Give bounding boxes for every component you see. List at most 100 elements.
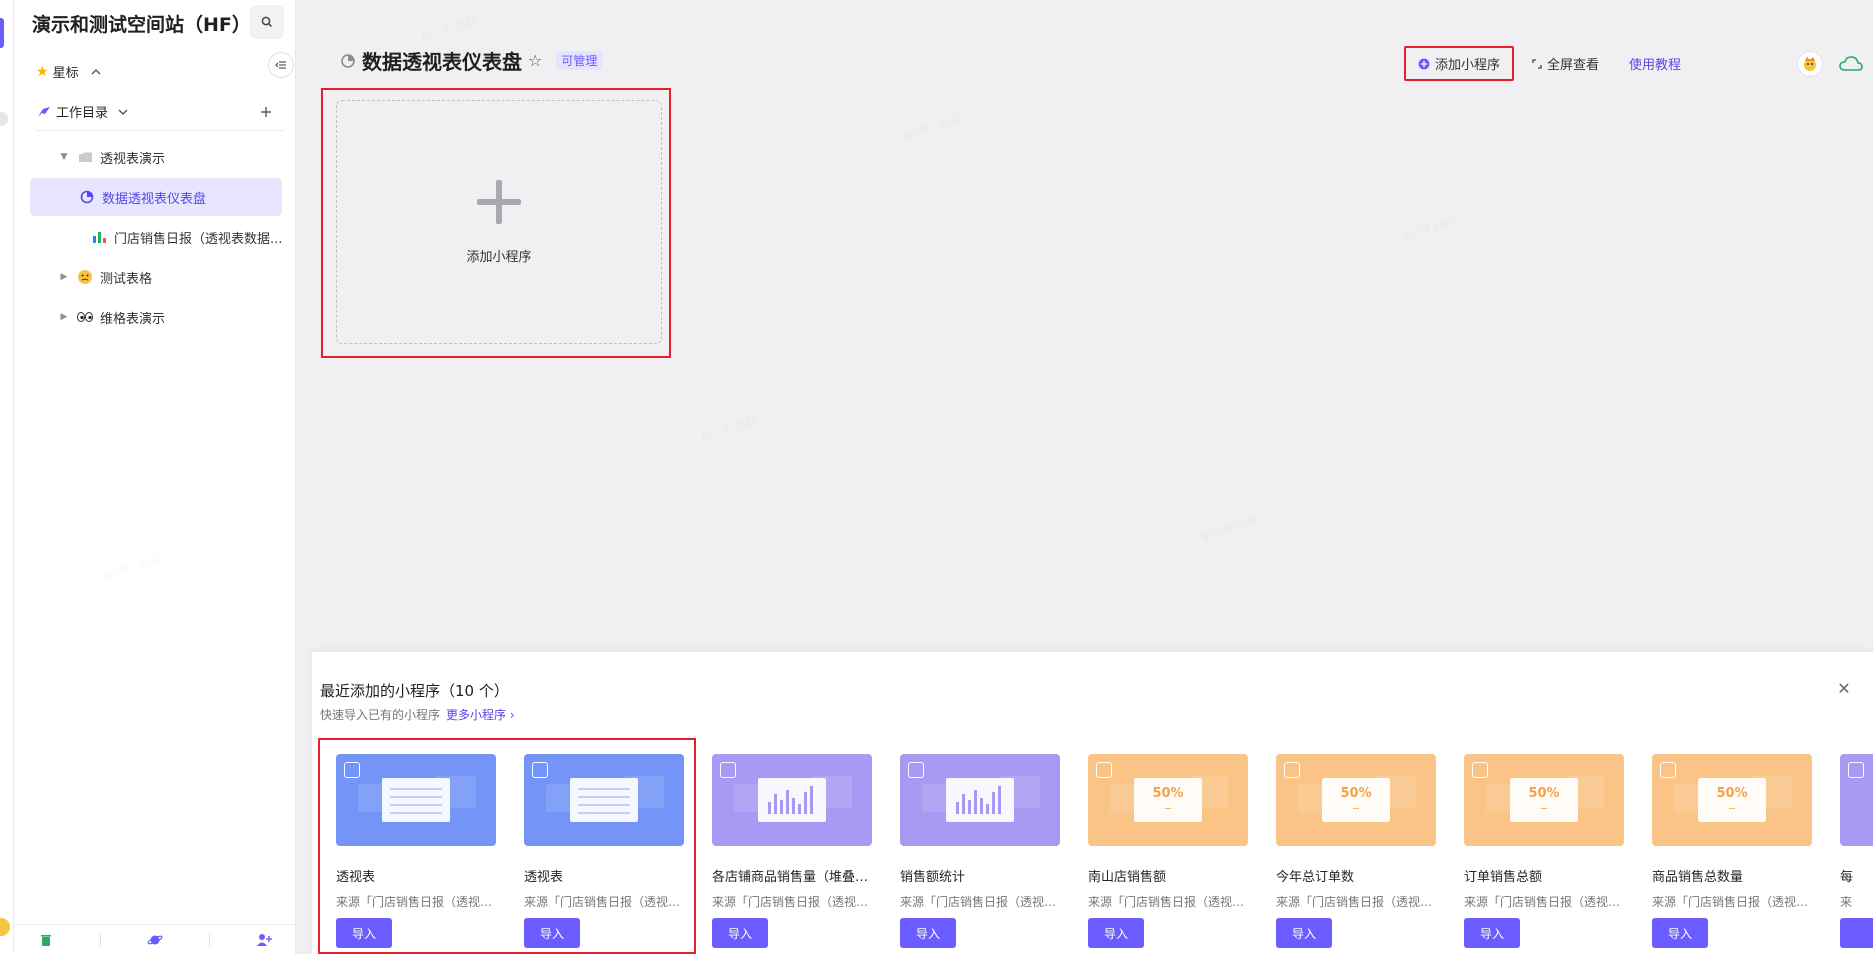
import-button[interactable]: 导入 <box>900 918 956 948</box>
add-node-button[interactable] <box>254 100 278 124</box>
tree-folder-pivot-demo[interactable]: ▼ 透视表演示 <box>30 138 282 176</box>
widget-name: 各店铺商品销售量（堆叠柱状图） <box>712 870 872 885</box>
widget-card[interactable]: 每 来 <box>1840 754 1873 948</box>
widget-source: 来源「门店销售日报（透视表数据）」 <box>1652 895 1812 909</box>
app-edge-strip <box>0 0 14 954</box>
widget-thumbnail-chart <box>712 754 872 846</box>
tree-folder-test-sheet[interactable]: ▶ 测试表格 <box>30 258 282 296</box>
app-logo <box>0 18 4 48</box>
import-button[interactable]: 导入 <box>1464 918 1520 948</box>
widget-thumbnail-chart <box>900 754 1060 846</box>
plus-icon <box>261 107 271 117</box>
widget-card[interactable]: 50%━━ 今年总订单数 来源「门店销售日报（透视表数据）」 导入 <box>1276 754 1436 948</box>
cloud-sync-icon[interactable] <box>1837 53 1865 75</box>
user-avatar[interactable] <box>1797 50 1824 77</box>
page-title[interactable]: 数据透视表仪表盘 <box>362 46 522 75</box>
chart-widget-icon <box>908 762 924 778</box>
catalog-section[interactable]: 工作目录 <box>36 102 130 121</box>
collapse-sidebar-button[interactable] <box>268 52 294 78</box>
caret-right-icon[interactable]: ▶ <box>58 272 70 282</box>
close-drawer-button[interactable]: ✕ <box>1834 678 1854 698</box>
stat-percent: 50% <box>1340 786 1372 801</box>
widget-name: 商品销售总数量 <box>1652 870 1744 885</box>
search-icon <box>261 16 273 28</box>
search-button[interactable] <box>250 5 284 39</box>
add-widget-card[interactable]: 添加小程序 <box>336 100 662 344</box>
chevron-down-icon <box>118 109 128 115</box>
tree-item-pivot-dashboard[interactable]: 数据透视表仪表盘 <box>30 178 282 216</box>
drawer-title: 最近添加的小程序（10 个） <box>320 682 509 700</box>
stat-percent: 50% <box>1716 786 1748 801</box>
widget-name: 每 <box>1840 870 1854 885</box>
folder-icon <box>76 148 94 166</box>
tree-folder-vika-demo[interactable]: ▶ 维格表演示 <box>30 298 282 336</box>
fullscreen-icon <box>1532 58 1542 69</box>
widget-card[interactable]: 50%━━ 订单销售总额 来源「门店销售日报（透视表数据）」 导入 <box>1464 754 1624 948</box>
caret-down-icon[interactable]: ▼ <box>58 152 70 162</box>
tree-item-label: 门店销售日报（透视表数据... <box>114 231 282 247</box>
widget-source: 来 <box>1840 895 1853 909</box>
caret-right-icon[interactable]: ▶ <box>58 312 70 322</box>
tree-item-label: 测试表格 <box>100 271 153 287</box>
drawer-subtitle: 快速导入已有的小程序 更多小程序 › <box>320 706 515 723</box>
add-widget-button[interactable]: 添加小程序 <box>1404 46 1515 81</box>
star-icon: ★ <box>36 63 49 80</box>
highlight-frame-pivot-cards <box>318 738 696 954</box>
widget-name: 南山店销售额 <box>1088 870 1167 885</box>
widget-card[interactable]: 50%━━ 商品销售总数量 来源「门店销售日报（透视表数据）」 导入 <box>1652 754 1812 948</box>
stat-percent: 50% <box>1528 786 1560 801</box>
emoji-thinking-icon <box>76 268 94 286</box>
widget-thumbnail-stat: 50% ━━ <box>1088 754 1248 846</box>
sidebar-footer <box>14 924 296 954</box>
plus-circle-icon <box>1418 58 1430 69</box>
tree-item-store-sales[interactable]: 门店销售日报（透视表数据... <box>30 218 282 256</box>
drawer-subtitle-text: 快速导入已有的小程序 <box>320 708 441 722</box>
widget-thumbnail-chart <box>1840 754 1873 846</box>
notification-bubble[interactable] <box>0 112 8 126</box>
import-button[interactable]: 导入 <box>1276 918 1332 948</box>
more-widgets-label: 更多小程序 <box>446 708 507 722</box>
tutorial-link[interactable]: 使用教程 <box>1629 54 1681 73</box>
footer-separator <box>100 932 101 947</box>
tree-item-label: 透视表演示 <box>100 151 166 167</box>
chevron-up-icon <box>91 68 101 74</box>
widget-thumbnail-stat: 50% ━━ <box>1652 754 1812 846</box>
starred-label: 星标 <box>52 66 79 81</box>
permission-badge: 可管理 <box>556 51 603 70</box>
widget-card[interactable]: 各店铺商品销售量（堆叠柱状图） 来源「门店销售日报（透视表数据）」 导入 <box>712 754 872 948</box>
chart-widget-icon <box>720 762 736 778</box>
starred-section[interactable]: ★ 星标 <box>36 62 103 81</box>
import-button[interactable]: 导入 <box>1652 918 1708 948</box>
widget-name: 今年总订单数 <box>1276 870 1355 885</box>
sidebar: 演示和测试空间站（HF） ★ 星标 工作目录 ▼ 透视表演示 数据透视表仪表盘 … <box>14 0 296 954</box>
widget-card[interactable]: 销售额统计 来源「门店销售日报（透视表数据）」 导入 <box>900 754 1060 948</box>
dashboard-toolbar: 添加小程序 全屏查看 使用教程 <box>1404 46 1865 81</box>
catalog-label: 工作目录 <box>56 106 109 121</box>
more-widgets-link[interactable]: 更多小程序 › <box>446 708 515 722</box>
widget-source: 来源「门店销售日报（透视表数据）」 <box>712 895 872 909</box>
widget-name: 销售额统计 <box>900 870 966 885</box>
widget-name: 订单销售总额 <box>1464 870 1543 885</box>
import-button[interactable]: 导入 <box>712 918 768 948</box>
stat-widget-icon <box>1096 762 1112 778</box>
user-emoji-icon[interactable] <box>0 918 10 936</box>
space-title[interactable]: 演示和测试空间站（HF） <box>32 10 251 37</box>
planet-icon[interactable] <box>145 930 165 950</box>
tree-item-label: 数据透视表仪表盘 <box>102 191 207 207</box>
star-outline-icon[interactable]: ☆ <box>528 51 542 70</box>
fullscreen-label: 全屏查看 <box>1547 58 1600 73</box>
widget-card[interactable]: 50%━━ 南山店销售额 来源「门店销售日报（透视表数据）」 导入 <box>1088 754 1248 948</box>
widget-source: 来源「门店销售日报（透视表数据）」 <box>1464 895 1624 909</box>
widget-source: 来源「门店销售日报（透视表数据）」 <box>900 895 1060 909</box>
fullscreen-button[interactable]: 全屏查看 <box>1532 54 1599 73</box>
avatar-icon <box>1804 56 1817 71</box>
import-button[interactable] <box>1840 918 1873 948</box>
invite-user-icon[interactable] <box>254 930 274 950</box>
import-button[interactable]: 导入 <box>1088 918 1144 948</box>
widget-thumbnail-stat: 50% ━━ <box>1464 754 1624 846</box>
bar-chart-icon <box>92 228 108 246</box>
tree-item-label: 维格表演示 <box>100 311 166 327</box>
chart-widget-icon <box>1848 762 1864 778</box>
trash-icon[interactable] <box>36 930 56 950</box>
stat-widget-icon <box>1660 762 1676 778</box>
